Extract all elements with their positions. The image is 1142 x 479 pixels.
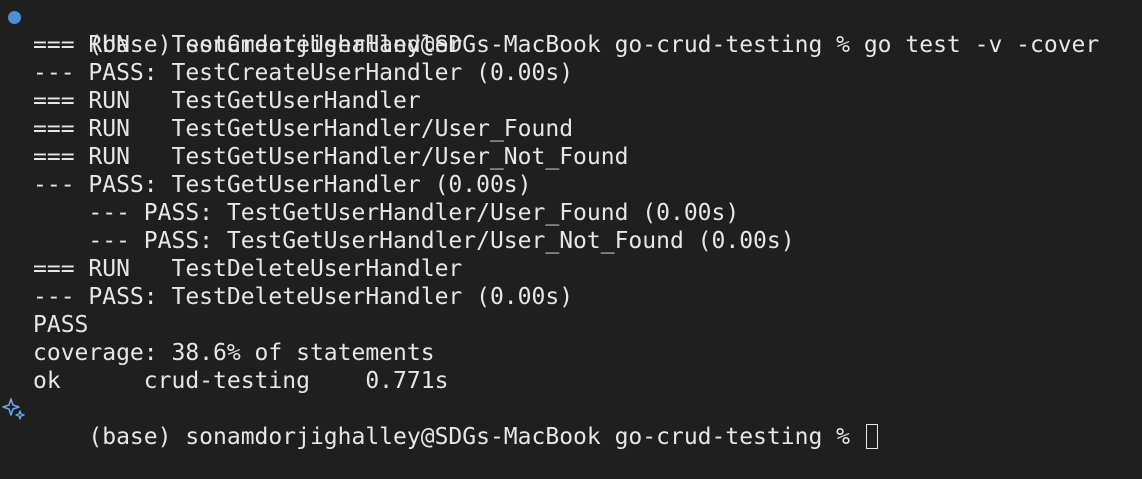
output-line: PASS [33,312,89,338]
output-line: --- PASS: TestCreateUserHandler (0.00s) [33,60,574,86]
output-line: === RUN TestCreateUserHandler [33,32,463,58]
output-line: coverage: 38.6% of statements [33,340,435,366]
command-status-dot-icon[interactable] [2,3,26,31]
output-line: --- PASS: TestDeleteUserHandler (0.00s) [33,284,574,310]
output-line: === RUN TestGetUserHandler/User_Found [33,116,574,142]
sparkle-icon[interactable] [2,395,26,423]
prompt-text: (base) sonamdorjighalley@SDGs-MacBook go… [88,424,864,450]
terminal-window[interactable]: (base) sonamdorjighalley@SDGs-MacBook go… [0,0,1142,450]
active-prompt-line[interactable]: (base) sonamdorjighalley@SDGs-MacBook go… [0,395,1142,450]
output-line: ok crud-testing 0.771s [33,368,449,394]
output-line: === RUN TestGetUserHandler [33,88,421,114]
output-line: --- PASS: TestGetUserHandler (0.00s) [33,172,532,198]
output-line: === RUN TestGetUserHandler/User_Not_Foun… [33,144,629,170]
text-cursor[interactable] [865,424,878,449]
output-line: --- PASS: TestGetUserHandler/User_Not_Fo… [33,228,795,254]
output-line: --- PASS: TestGetUserHandler/User_Found … [33,200,740,226]
command-line: (base) sonamdorjighalley@SDGs-MacBook go… [0,3,1142,58]
blue-dot-icon [7,10,21,24]
output-line: === RUN TestDeleteUserHandler [33,256,463,282]
